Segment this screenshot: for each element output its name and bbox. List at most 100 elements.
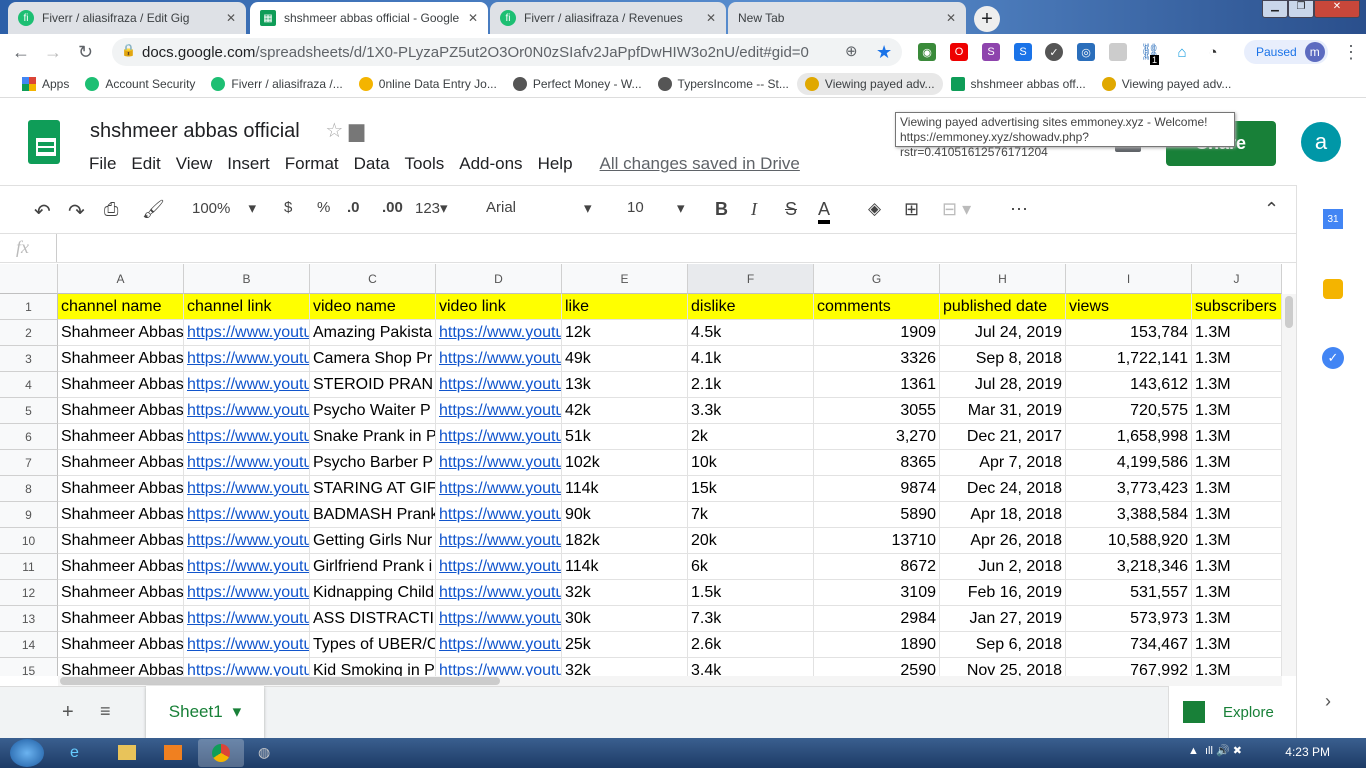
select-all-corner[interactable] — [0, 264, 58, 294]
more-formats-button[interactable]: 123▾ — [415, 199, 448, 217]
cell[interactable]: 3.4k — [688, 658, 814, 676]
cell[interactable]: 10k — [688, 450, 814, 476]
cell[interactable]: 8672 — [814, 554, 940, 580]
app-icon[interactable]: ◍ — [258, 744, 270, 761]
cell[interactable]: https://www.youtu — [436, 450, 562, 476]
row-header[interactable]: 3 — [0, 346, 58, 372]
merge-cells-icon[interactable]: ⊟ ▾ — [942, 199, 971, 220]
row-header[interactable]: 10 — [0, 528, 58, 554]
row-header[interactable]: 12 — [0, 580, 58, 606]
cell[interactable]: 3326 — [814, 346, 940, 372]
cell[interactable]: https://www.youtu — [184, 658, 310, 676]
menu-format[interactable]: Format — [285, 154, 339, 174]
extension-gauge-icon[interactable]: ◔ — [1204, 43, 1222, 61]
bookmark-item[interactable]: Account Security — [77, 73, 203, 95]
chrome-taskbar-button[interactable] — [198, 739, 244, 767]
bookmark-item[interactable]: 0nline Data Entry Jo... — [351, 73, 505, 95]
header-cell[interactable]: channel name — [58, 294, 184, 320]
cell[interactable]: 3055 — [814, 398, 940, 424]
cell[interactable]: Shahmeer Abbas — [58, 580, 184, 606]
cell[interactable]: Sep 8, 2018 — [940, 346, 1066, 372]
cell[interactable]: https://www.youtu — [184, 372, 310, 398]
cell[interactable]: 3.3k — [688, 398, 814, 424]
redo-icon[interactable]: ↷ — [68, 199, 85, 224]
cell[interactable]: Shahmeer Abbas — [58, 502, 184, 528]
cell[interactable]: 4,199,586 — [1066, 450, 1192, 476]
header-cell[interactable]: subscribers — [1192, 294, 1282, 320]
cell[interactable]: Dec 21, 2017 — [940, 424, 1066, 450]
bookmark-item[interactable]: Viewing payed adv... — [1094, 73, 1240, 95]
row-header[interactable]: 7 — [0, 450, 58, 476]
profile-paused-button[interactable]: Paused m — [1244, 40, 1328, 64]
print-icon[interactable]: ⎙ — [104, 199, 118, 220]
sheets-logo[interactable] — [28, 120, 60, 164]
reload-icon[interactable]: ↻ — [78, 42, 93, 63]
close-tab-icon[interactable]: ✕ — [226, 11, 236, 25]
cell[interactable]: Snake Prank in P — [310, 424, 436, 450]
save-status[interactable]: All changes saved in Drive — [600, 154, 800, 174]
cell[interactable]: 1.3M — [1192, 424, 1282, 450]
menu-add-ons[interactable]: Add-ons — [459, 154, 522, 174]
bookmark-item[interactable]: Apps — [14, 73, 77, 95]
cell[interactable]: https://www.youtu — [436, 606, 562, 632]
row-header[interactable]: 2 — [0, 320, 58, 346]
cell[interactable]: 573,973 — [1066, 606, 1192, 632]
row-header[interactable]: 8 — [0, 476, 58, 502]
cell[interactable]: Jan 27, 2019 — [940, 606, 1066, 632]
decrease-decimal-button[interactable]: .0 — [347, 199, 360, 216]
cell[interactable]: 1.3M — [1192, 502, 1282, 528]
bookmark-item[interactable]: Perfect Money - W... — [505, 73, 650, 95]
cell[interactable]: 1,658,998 — [1066, 424, 1192, 450]
header-cell[interactable]: video name — [310, 294, 436, 320]
cell[interactable]: Shahmeer Abbas — [58, 476, 184, 502]
cell[interactable]: Camera Shop Pr — [310, 346, 436, 372]
cell[interactable]: 12k — [562, 320, 688, 346]
header-cell[interactable]: dislike — [688, 294, 814, 320]
lock-icon[interactable]: 🔒 — [121, 43, 136, 57]
cell[interactable]: 20k — [688, 528, 814, 554]
cell[interactable]: 143,612 — [1066, 372, 1192, 398]
cell[interactable]: 2.1k — [688, 372, 814, 398]
row-header[interactable]: 1 — [0, 294, 58, 320]
cell[interactable]: Dec 24, 2018 — [940, 476, 1066, 502]
column-header-G[interactable]: G — [814, 264, 940, 294]
row-header[interactable]: 9 — [0, 502, 58, 528]
start-button[interactable] — [10, 739, 44, 767]
column-header-A[interactable]: A — [58, 264, 184, 294]
vertical-scroll-thumb[interactable] — [1285, 296, 1293, 328]
cell[interactable]: https://www.youtu — [436, 346, 562, 372]
cell[interactable]: 114k — [562, 554, 688, 580]
cell[interactable]: 90k — [562, 502, 688, 528]
cell[interactable]: 4.1k — [688, 346, 814, 372]
cell[interactable]: https://www.youtu — [184, 398, 310, 424]
row-header[interactable]: 13 — [0, 606, 58, 632]
row-header[interactable]: 5 — [0, 398, 58, 424]
cell[interactable]: Jul 28, 2019 — [940, 372, 1066, 398]
extension-globe-icon[interactable]: ◉ — [918, 43, 936, 61]
clock[interactable]: 4:23 PM — [1285, 745, 1330, 759]
collapse-toolbar-icon[interactable]: ⌃ — [1264, 199, 1279, 220]
keep-icon[interactable] — [1323, 279, 1343, 299]
column-header-D[interactable]: D — [436, 264, 562, 294]
cell[interactable]: Shahmeer Abbas — [58, 346, 184, 372]
cell[interactable]: 1890 — [814, 632, 940, 658]
vertical-scrollbar[interactable] — [1282, 294, 1296, 676]
browser-tab[interactable]: fi Fiverr / aliasifraza / Revenues ✕ — [490, 2, 726, 34]
cell[interactable]: Types of UBER/C — [310, 632, 436, 658]
cell[interactable]: 1.3M — [1192, 528, 1282, 554]
paint-format-icon[interactable]: 🖌 — [142, 199, 165, 220]
bookmark-item[interactable]: Viewing payed adv... — [796, 72, 943, 95]
cell[interactable]: https://www.youtu — [436, 528, 562, 554]
browser-tab[interactable]: fi Fiverr / aliasifraza / Edit Gig ✕ — [8, 2, 246, 34]
cell[interactable]: 25k — [562, 632, 688, 658]
cell[interactable]: Getting Girls Nur — [310, 528, 436, 554]
cell[interactable]: 1361 — [814, 372, 940, 398]
cell[interactable]: https://www.youtu — [436, 554, 562, 580]
cell[interactable]: 3,388,584 — [1066, 502, 1192, 528]
italic-icon[interactable]: I — [751, 199, 757, 220]
menu-file[interactable]: File — [89, 154, 116, 174]
tasks-icon[interactable]: ✓ — [1322, 347, 1344, 369]
cell[interactable]: https://www.youtu — [436, 632, 562, 658]
extension-gray-icon[interactable] — [1109, 43, 1127, 61]
cell[interactable]: Sep 6, 2018 — [940, 632, 1066, 658]
